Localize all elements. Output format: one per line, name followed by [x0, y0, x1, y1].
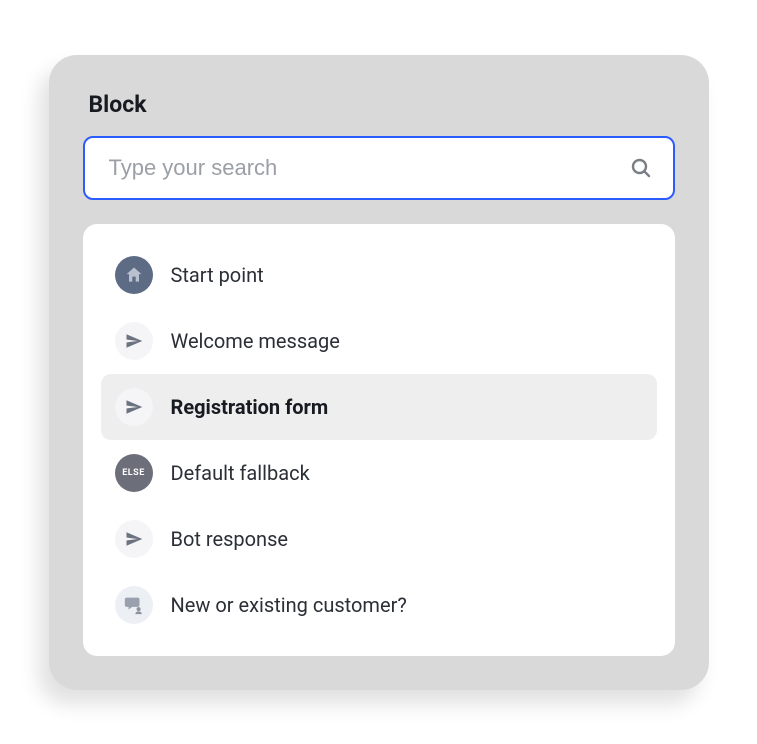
- list-item-label: Registration form: [171, 395, 329, 419]
- list-item-label: Bot response: [171, 527, 289, 551]
- else-icon: ELSE: [115, 454, 153, 492]
- list-item-start-point[interactable]: Start point: [101, 242, 657, 308]
- home-icon: [115, 256, 153, 294]
- list-item-label: Start point: [171, 263, 264, 287]
- panel-title: Block: [89, 91, 675, 118]
- search-icon: [629, 156, 653, 180]
- chat-person-icon: [115, 586, 153, 624]
- search-input[interactable]: [109, 155, 629, 181]
- list-item-default-fallback[interactable]: ELSE Default fallback: [101, 440, 657, 506]
- list-item-bot-response[interactable]: Bot response: [101, 506, 657, 572]
- send-icon: [115, 388, 153, 426]
- list-item-label: Default fallback: [171, 461, 310, 485]
- list-item-welcome-message[interactable]: Welcome message: [101, 308, 657, 374]
- send-icon: [115, 520, 153, 558]
- block-list: Start point Welcome message Registration…: [83, 224, 675, 656]
- list-item-label: Welcome message: [171, 329, 340, 353]
- send-icon: [115, 322, 153, 360]
- list-item-label: New or existing customer?: [171, 593, 407, 617]
- search-box[interactable]: [83, 136, 675, 200]
- list-item-new-or-existing-customer[interactable]: New or existing customer?: [101, 572, 657, 638]
- block-panel: Block Start point Welcome m: [49, 55, 709, 690]
- list-item-registration-form[interactable]: Registration form: [101, 374, 657, 440]
